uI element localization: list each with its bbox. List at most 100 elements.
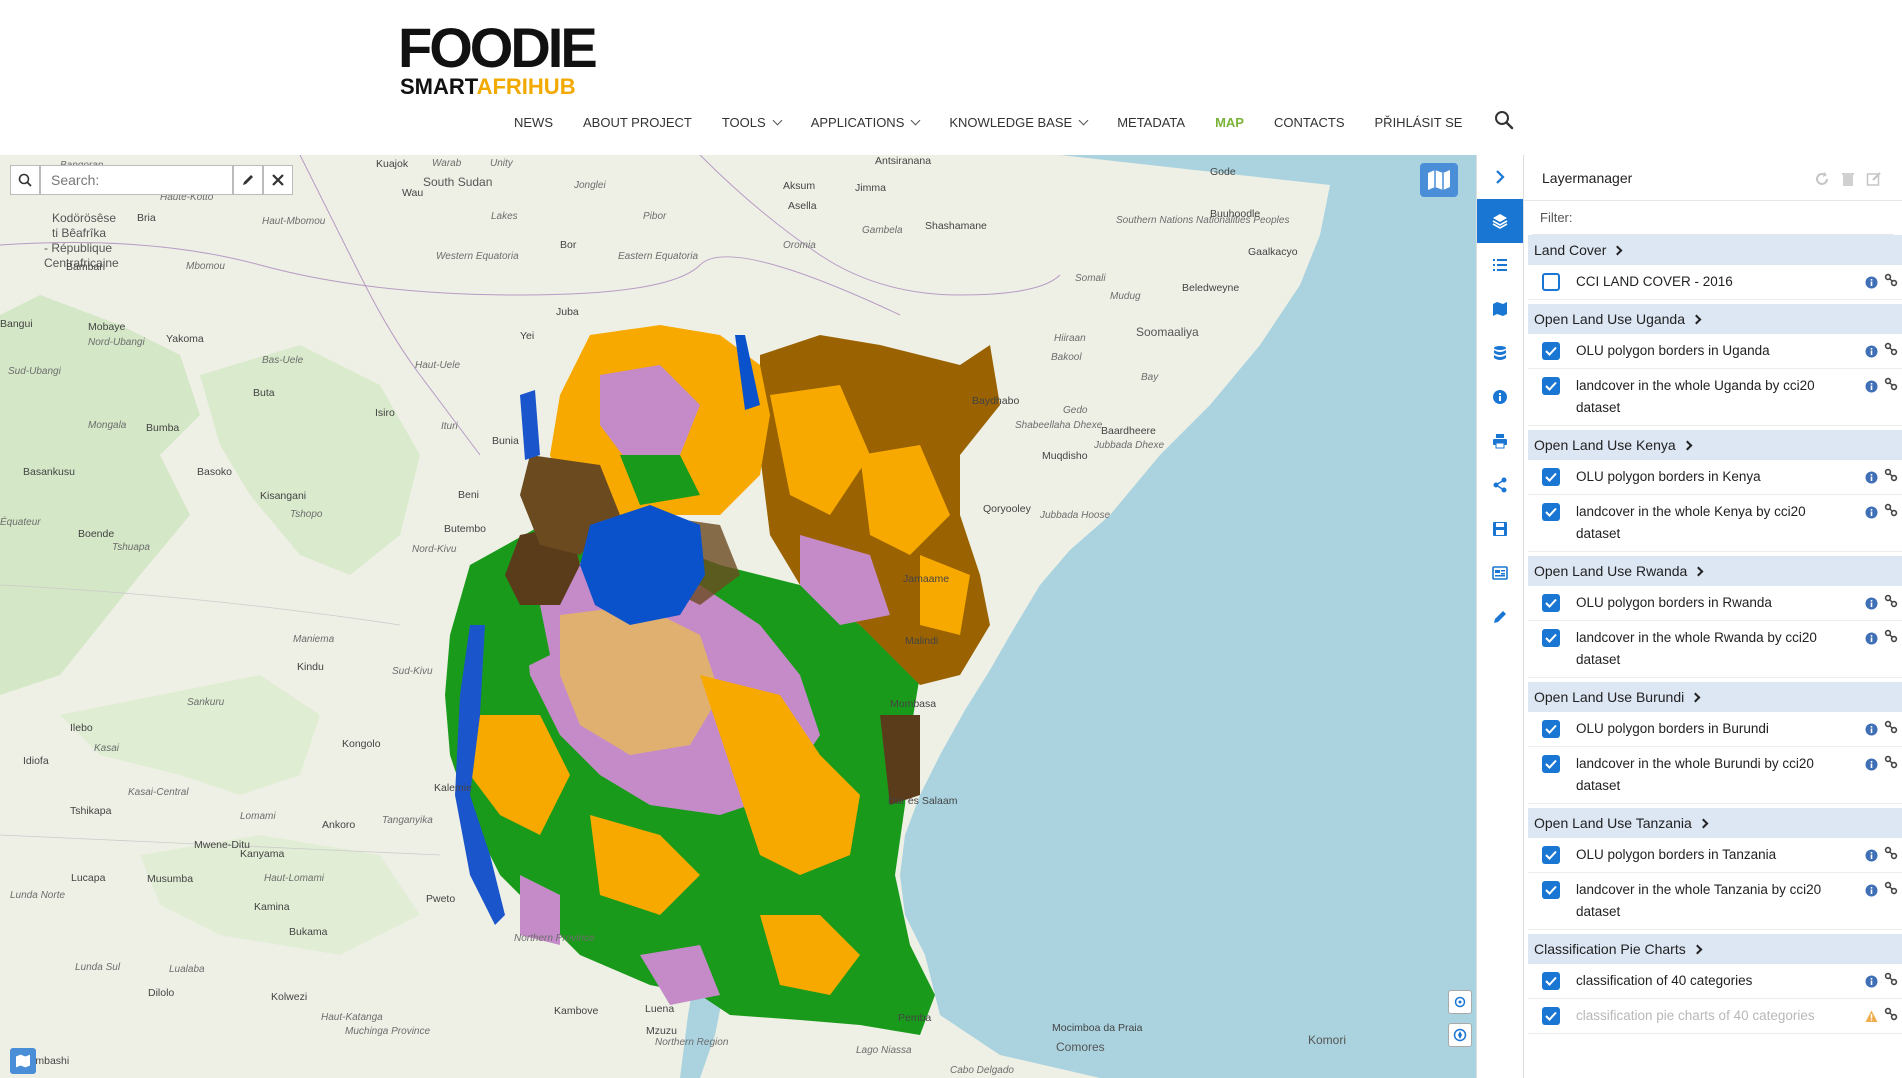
layer-row[interactable]: landcover in the whole Burundi by cci20 …: [1528, 747, 1902, 804]
layer-row[interactable]: classification pie charts of 40 categori…: [1528, 999, 1902, 1034]
layer-visibility-checkbox[interactable]: [1542, 846, 1560, 864]
toolbar-info-button[interactable]: [1477, 375, 1523, 419]
layer-group-header[interactable]: Open Land Use Uganda: [1528, 304, 1902, 334]
layer-group-header[interactable]: Open Land Use Kenya: [1528, 430, 1902, 460]
toolbar-share-button[interactable]: [1477, 463, 1523, 507]
info-icon[interactable]: [1865, 276, 1878, 289]
layers-toggle-button[interactable]: [10, 1048, 36, 1074]
layer-row[interactable]: OLU polygon borders in Kenya: [1528, 460, 1902, 495]
layer-filter-input[interactable]: [1532, 201, 1894, 235]
layer-row[interactable]: landcover in the whole Tanzania by cci20…: [1528, 873, 1902, 930]
info-icon[interactable]: [1865, 380, 1878, 393]
map-pencil-button[interactable]: [233, 165, 263, 195]
layer-row[interactable]: OLU polygon borders in Rwanda: [1528, 586, 1902, 621]
layer-row[interactable]: landcover in the whole Rwanda by cci20 d…: [1528, 621, 1902, 678]
toolbar-layers-button[interactable]: [1477, 199, 1523, 243]
layer-group-title: Open Land Use Uganda: [1534, 311, 1685, 327]
info-icon[interactable]: [1865, 506, 1878, 519]
layer-name: OLU polygon borders in Burundi: [1576, 721, 1769, 736]
search-icon[interactable]: [1494, 110, 1514, 130]
save-icon: [1493, 522, 1507, 536]
nav-item-applications[interactable]: APPLICATIONS: [811, 111, 921, 133]
layer-visibility-checkbox[interactable]: [1542, 273, 1560, 291]
toolbar-map-button[interactable]: [1477, 287, 1523, 331]
layer-group-header[interactable]: Land Cover: [1528, 235, 1902, 265]
layer-options-icon[interactable]: [1884, 1007, 1898, 1021]
layer-visibility-checkbox[interactable]: [1542, 881, 1560, 899]
info-icon[interactable]: [1865, 632, 1878, 645]
toolbar-collapse-arrow-button[interactable]: [1477, 155, 1523, 199]
nav-item-news[interactable]: NEWS: [514, 111, 553, 133]
info-icon[interactable]: [1865, 471, 1878, 484]
layer-options-icon[interactable]: [1884, 468, 1898, 482]
toolbar-save-button[interactable]: [1477, 507, 1523, 551]
toolbar-draw-button[interactable]: [1477, 595, 1523, 639]
layer-options-icon[interactable]: [1884, 629, 1898, 643]
map-search-input[interactable]: [40, 165, 233, 195]
layer-options-icon[interactable]: [1884, 503, 1898, 517]
compass-button[interactable]: [1448, 1023, 1472, 1047]
basemap-gallery-button[interactable]: [1420, 163, 1458, 197]
layer-row[interactable]: OLU polygon borders in Tanzania: [1528, 838, 1902, 873]
layer-options-icon[interactable]: [1884, 377, 1898, 391]
layer-visibility-checkbox[interactable]: [1542, 629, 1560, 647]
info-icon[interactable]: [1865, 723, 1878, 736]
map-label: Lakes: [491, 211, 518, 222]
map-viewport[interactable]: BangoranKuajokWarabUnitySouth SudanJongl…: [0, 155, 1476, 1078]
layer-options-icon[interactable]: [1884, 846, 1898, 860]
foodie-logo[interactable]: FOODIE SMARTAFRIHUB: [398, 20, 602, 98]
layer-group-header[interactable]: Open Land Use Rwanda: [1528, 556, 1902, 586]
layer-visibility-checkbox[interactable]: [1542, 1007, 1560, 1025]
info-icon[interactable]: [1865, 884, 1878, 897]
layer-row[interactable]: CCI LAND COVER - 2016: [1528, 265, 1902, 300]
info-icon[interactable]: [1865, 597, 1878, 610]
layer-options-icon[interactable]: [1884, 881, 1898, 895]
nav-item-about-project[interactable]: ABOUT PROJECT: [583, 111, 692, 133]
layer-options-icon[interactable]: [1884, 594, 1898, 608]
info-icon[interactable]: [1865, 345, 1878, 358]
layer-group-header[interactable]: Classification Pie Charts: [1528, 934, 1902, 964]
layer-options-icon[interactable]: [1884, 720, 1898, 734]
nav-item-map[interactable]: MAP: [1215, 111, 1244, 133]
nav-item-contacts[interactable]: CONTACTS: [1274, 111, 1345, 133]
layer-options-icon[interactable]: [1884, 972, 1898, 986]
layer-visibility-checkbox[interactable]: [1542, 342, 1560, 360]
nav-item-metadata[interactable]: METADATA: [1117, 111, 1185, 133]
nav-item-p-ihl-sit-se[interactable]: PŘIHLÁSIT SE: [1375, 111, 1463, 133]
info-icon[interactable]: [1865, 849, 1878, 862]
layer-options-icon[interactable]: [1884, 755, 1898, 769]
layer-group-header[interactable]: Open Land Use Tanzania: [1528, 808, 1902, 838]
edit-icon[interactable]: [1866, 171, 1882, 187]
layer-visibility-checkbox[interactable]: [1542, 755, 1560, 773]
trash-icon[interactable]: [1840, 171, 1856, 187]
refresh-icon[interactable]: [1814, 171, 1830, 187]
map-search-button[interactable]: [10, 165, 40, 195]
layer-visibility-checkbox[interactable]: [1542, 720, 1560, 738]
locate-button[interactable]: [1448, 990, 1472, 1014]
toolbar-print-button[interactable]: [1477, 419, 1523, 463]
layer-options-icon[interactable]: [1884, 273, 1898, 287]
layer-row[interactable]: landcover in the whole Kenya by cci20 da…: [1528, 495, 1902, 552]
info-icon[interactable]: [1865, 758, 1878, 771]
logo-smart: SMART: [400, 74, 477, 99]
layer-visibility-checkbox[interactable]: [1542, 468, 1560, 486]
toolbar-compositions-button[interactable]: [1477, 551, 1523, 595]
layer-name: OLU polygon borders in Uganda: [1576, 343, 1770, 358]
layer-group-header[interactable]: Open Land Use Burundi: [1528, 682, 1902, 712]
layer-row[interactable]: landcover in the whole Uganda by cci20 d…: [1528, 369, 1902, 426]
info-icon[interactable]: [1865, 975, 1878, 988]
warning-icon[interactable]: [1865, 1010, 1878, 1023]
nav-item-knowledge-base[interactable]: KNOWLEDGE BASE: [949, 111, 1089, 133]
toolbar-database-button[interactable]: [1477, 331, 1523, 375]
layer-visibility-checkbox[interactable]: [1542, 594, 1560, 612]
nav-item-tools[interactable]: TOOLS: [722, 111, 783, 133]
layer-visibility-checkbox[interactable]: [1542, 503, 1560, 521]
layer-row[interactable]: OLU polygon borders in Uganda: [1528, 334, 1902, 369]
toolbar-list-button[interactable]: [1477, 243, 1523, 287]
layer-visibility-checkbox[interactable]: [1542, 972, 1560, 990]
layer-row[interactable]: classification of 40 categories: [1528, 964, 1902, 999]
map-clear-button[interactable]: [263, 165, 293, 195]
layer-row[interactable]: OLU polygon borders in Burundi: [1528, 712, 1902, 747]
layer-visibility-checkbox[interactable]: [1542, 377, 1560, 395]
layer-options-icon[interactable]: [1884, 342, 1898, 356]
